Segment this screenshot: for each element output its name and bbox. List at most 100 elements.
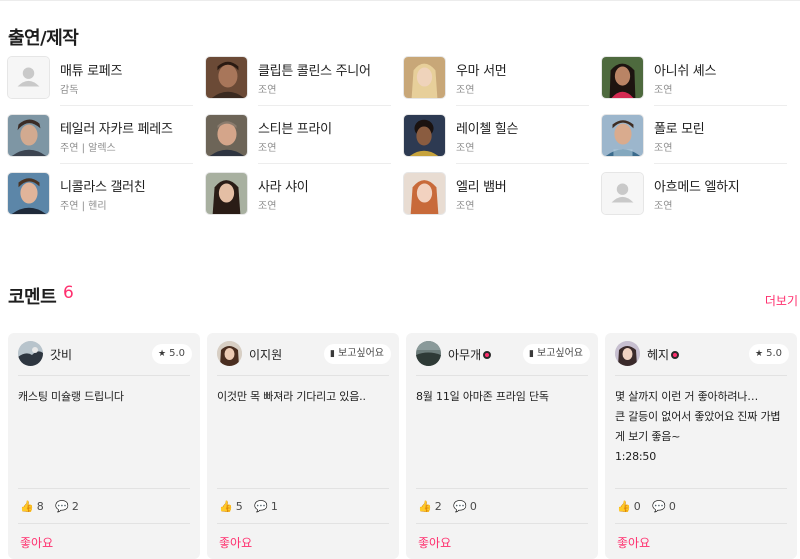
divider — [456, 163, 589, 164]
person-item[interactable]: 아니쉬 셰스 조연 — [601, 55, 787, 113]
comment-card[interactable]: 이지원 ▮ 보고싶어요 이것만 목 빠져라 기다리고 있음.. 👍 5 💬 1 좋아요 — [207, 333, 399, 559]
rating-badge: ★ 5.0 — [152, 344, 192, 364]
wishlist-badge: ▮ 보고싶어요 — [324, 344, 391, 364]
person-item[interactable]: 사라 샤이 조연 — [205, 171, 391, 229]
person-placeholder-avatar — [7, 56, 50, 99]
person-item[interactable]: 엘리 뱀버 조연 — [403, 171, 589, 229]
like-count: 5 — [235, 500, 243, 513]
person-photo — [205, 172, 248, 215]
divider — [18, 375, 190, 376]
speech-bubble-icon: 💬 — [254, 500, 268, 513]
user-name-text: 헤지 — [647, 348, 670, 362]
person-role: 주연 | 헨리 — [60, 201, 107, 212]
speech-bubble-icon: 💬 — [55, 500, 69, 513]
comment-line: 큰 갈등이 없어서 좋았어요 진짜 가볍 — [615, 410, 781, 423]
divider — [654, 163, 787, 164]
comment-line: 몇 살까지 이런 거 좋아하려나… — [615, 390, 759, 403]
reply-count: 0 — [668, 500, 676, 513]
user-name-text: 갓비 — [50, 348, 73, 362]
person-role: 주연 | 알렉스 — [60, 143, 116, 154]
comment-text: 이것만 목 빠져라 기다리고 있음.. — [217, 387, 393, 407]
comment-text: 캐스팅 미슐랭 드립니다 — [18, 387, 194, 407]
person-item[interactable]: 테일러 자카르 페레즈 주연 | 알렉스 — [7, 113, 193, 171]
person-role: 감독 — [60, 85, 79, 96]
person-photo — [601, 56, 644, 99]
person-name: 사라 샤이 — [258, 180, 309, 195]
person-photo — [403, 172, 446, 215]
person-item[interactable]: 우마 서먼 조연 — [403, 55, 589, 113]
person-photo — [7, 172, 50, 215]
comment-stats: 👍 2 💬 0 — [418, 500, 485, 513]
verified-badge-icon — [483, 351, 492, 359]
bookmark-icon: ▮ — [330, 349, 335, 359]
divider — [416, 375, 588, 376]
rating-value: 5.0 — [169, 348, 185, 359]
person-item[interactable]: 니콜라스 갤러친 주연 | 헨리 — [7, 171, 193, 229]
user-name[interactable]: 이지원 — [249, 346, 282, 363]
person-item[interactable]: 스티븐 프라이 조연 — [205, 113, 391, 171]
user-avatar[interactable] — [18, 341, 43, 366]
speech-bubble-icon: 💬 — [453, 500, 467, 513]
divider — [60, 163, 193, 164]
person-role: 조연 — [654, 143, 673, 154]
person-role: 조연 — [258, 201, 277, 212]
person-name: 폴로 모린 — [654, 122, 705, 137]
divider — [217, 523, 389, 524]
person-name: 레이첼 힐슨 — [456, 122, 519, 137]
reply-count: 1 — [270, 500, 278, 513]
user-avatar[interactable] — [615, 341, 640, 366]
star-icon: ★ — [158, 349, 167, 359]
wishlist-label: 보고싶어요 — [537, 348, 583, 359]
wishlist-badge: ▮ 보고싶어요 — [523, 344, 590, 364]
rating-value: 5.0 — [766, 348, 782, 359]
comment-line: 8월 11일 아마존 프라임 단독 — [416, 390, 549, 403]
reply-count: 2 — [71, 500, 79, 513]
like-button[interactable]: 좋아요 — [617, 534, 650, 551]
comment-stats: 👍 0 💬 0 — [617, 500, 684, 513]
user-name[interactable]: 헤지 — [647, 346, 680, 363]
like-count: 8 — [36, 500, 44, 513]
divider — [217, 375, 389, 376]
person-name: 아니쉬 셰스 — [654, 64, 717, 79]
user-avatar[interactable] — [416, 341, 441, 366]
divider — [615, 488, 787, 489]
divider — [18, 488, 190, 489]
person-item[interactable]: 아흐메드 엘하지 조연 — [601, 171, 787, 229]
comment-card[interactable]: 갓비 ★ 5.0 캐스팅 미슐랭 드립니다 👍 8 💬 2 좋아요 — [8, 333, 200, 559]
person-role: 조연 — [654, 85, 673, 96]
bookmark-icon: ▮ — [529, 349, 534, 359]
person-item[interactable]: 폴로 모린 조연 — [601, 113, 787, 171]
person-item[interactable]: 매튜 로페즈 감독 — [7, 55, 193, 113]
thumbs-up-icon: 👍 — [20, 500, 34, 513]
divider — [258, 163, 391, 164]
comment-text: 8월 11일 아마존 프라임 단독 — [416, 387, 592, 407]
comment-cards: 갓비 ★ 5.0 캐스팅 미슐랭 드립니다 👍 8 💬 2 좋아요 이지원 ▮ 보고싶어… — [8, 333, 798, 559]
user-avatar[interactable] — [217, 341, 242, 366]
person-name: 아흐메드 엘하지 — [654, 180, 740, 195]
divider — [615, 375, 787, 376]
wishlist-label: 보고싶어요 — [338, 348, 384, 359]
person-item[interactable]: 클립튼 콜린스 주니어 조연 — [205, 55, 391, 113]
divider — [456, 105, 589, 106]
divider — [416, 488, 588, 489]
person-photo — [403, 114, 446, 157]
comments-section-title: 코멘트 — [8, 287, 57, 308]
more-comments-link[interactable]: 더보기 — [765, 292, 798, 309]
comment-card[interactable]: 아무개 ▮ 보고싶어요 8월 11일 아마존 프라임 단독 👍 2 💬 0 좋아요 — [406, 333, 598, 559]
thumbs-up-icon: 👍 — [418, 500, 432, 513]
like-button[interactable]: 좋아요 — [20, 534, 53, 551]
person-role: 조연 — [654, 201, 673, 212]
comment-line: 캐스팅 미슐랭 드립니다 — [18, 390, 124, 403]
person-photo — [601, 114, 644, 157]
person-photo — [205, 114, 248, 157]
person-item[interactable]: 레이첼 힐슨 조연 — [403, 113, 589, 171]
comment-card[interactable]: 헤지 ★ 5.0 몇 살까지 이런 거 좋아하려나… 큰 갈등이 없어서 좋았어요… — [605, 333, 797, 559]
thumbs-up-icon: 👍 — [617, 500, 631, 513]
speech-bubble-icon: 💬 — [652, 500, 666, 513]
like-button[interactable]: 좋아요 — [219, 534, 252, 551]
like-button[interactable]: 좋아요 — [418, 534, 451, 551]
user-name[interactable]: 갓비 — [50, 346, 72, 363]
comment-stats: 👍 5 💬 1 — [219, 500, 286, 513]
user-name[interactable]: 아무개 — [448, 346, 492, 363]
divider — [217, 488, 389, 489]
